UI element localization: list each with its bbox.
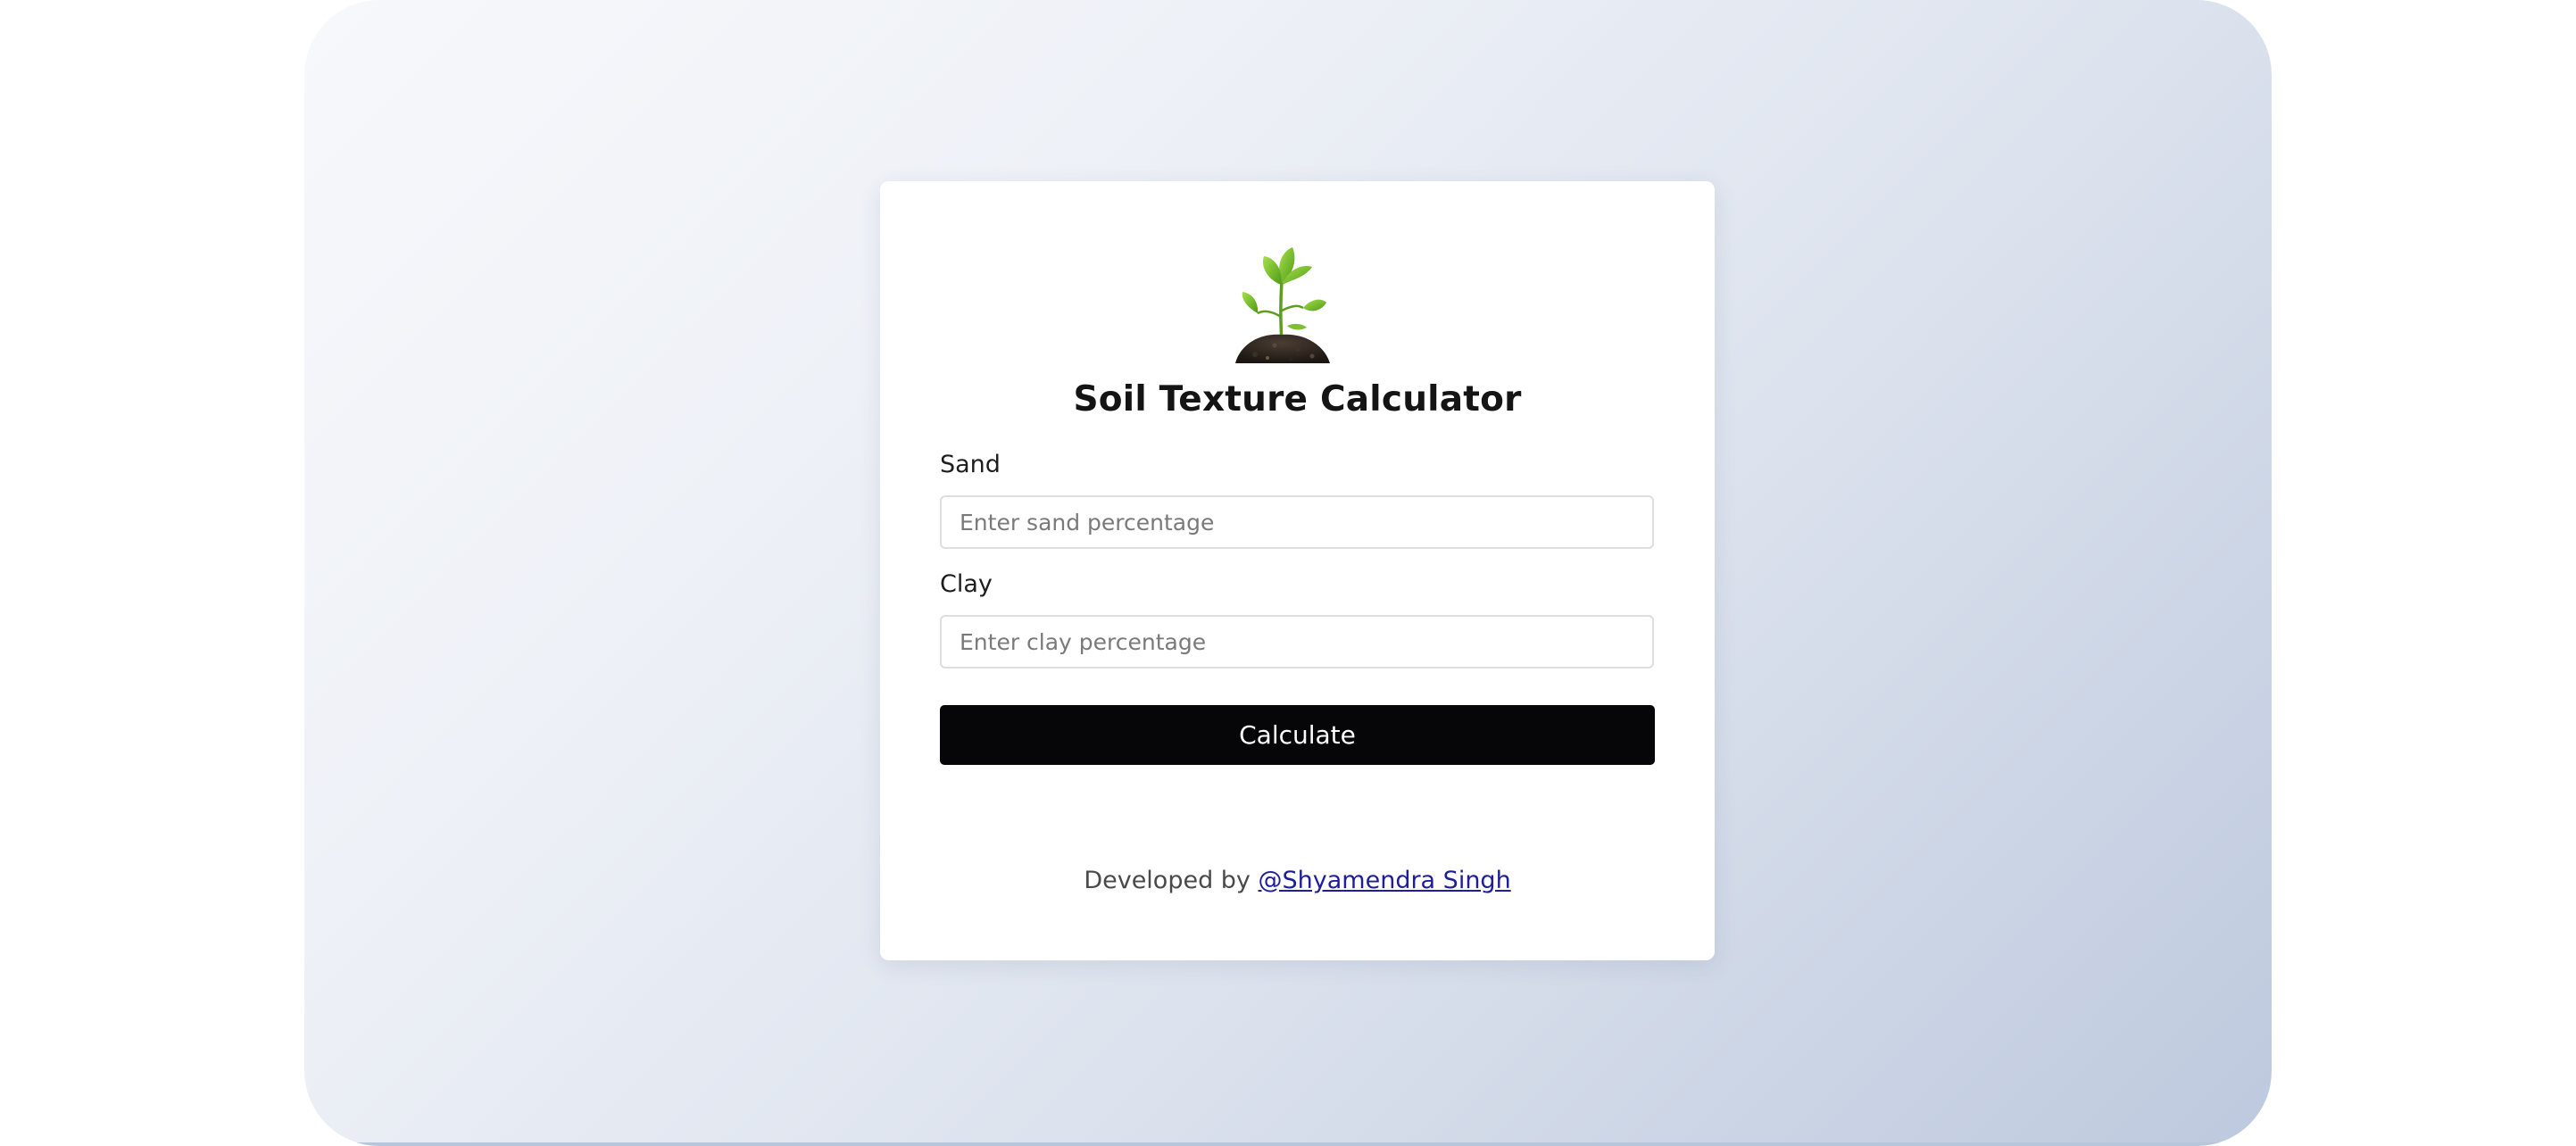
clay-label: Clay	[940, 570, 993, 598]
footer-prefix: Developed by	[1084, 867, 1251, 894]
app-frame: Soil Texture Calculator Sand Clay Calcul…	[304, 0, 2272, 1146]
sand-input[interactable]	[940, 495, 1654, 549]
author-link[interactable]: @Shyamendra Singh	[1259, 867, 1511, 894]
clay-input[interactable]	[940, 615, 1654, 668]
sand-label: Sand	[940, 451, 1001, 478]
page-title: Soil Texture Calculator	[1073, 379, 1522, 419]
calculate-button[interactable]: Calculate	[940, 705, 1655, 765]
plant-seedling-icon	[1235, 247, 1330, 363]
calculator-card: Soil Texture Calculator Sand Clay Calcul…	[880, 181, 1715, 960]
footer-credit: Developed by @Shyamendra Singh	[880, 867, 1715, 894]
